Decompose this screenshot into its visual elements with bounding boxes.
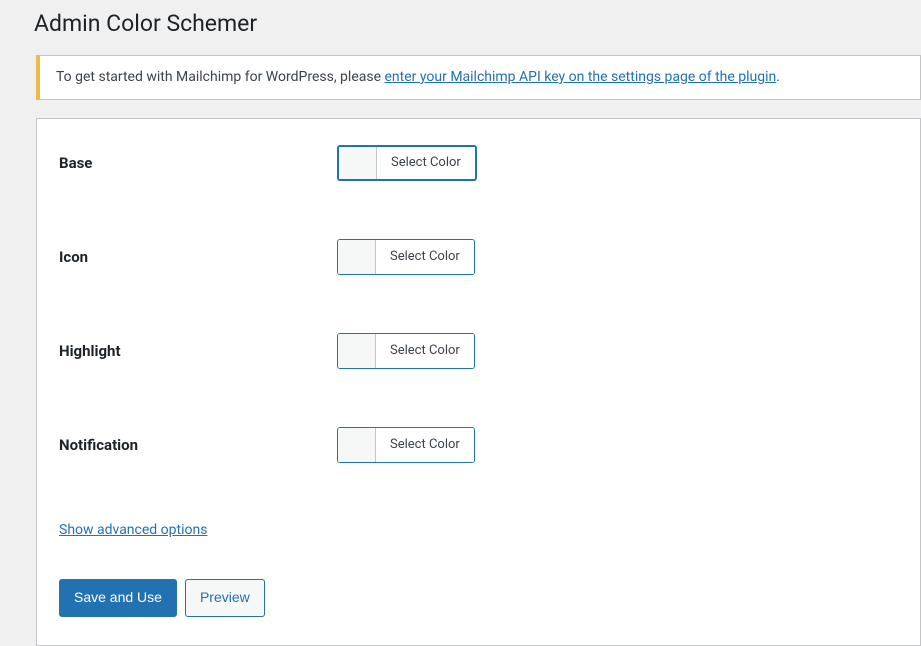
color-swatch-highlight[interactable] — [338, 334, 376, 368]
field-label-base: Base — [59, 153, 337, 174]
page-title: Admin Color Schemer — [2, 0, 921, 43]
color-swatch-notification[interactable] — [338, 428, 376, 462]
color-picker-icon[interactable]: Select Color — [337, 239, 475, 275]
field-row-highlight: Highlight Select Color — [59, 333, 898, 369]
notice-text-after: . — [776, 69, 780, 85]
show-advanced-link[interactable]: Show advanced options — [59, 521, 207, 541]
save-button[interactable]: Save and Use — [59, 579, 177, 617]
color-picker-text-icon: Select Color — [376, 240, 474, 274]
preview-button[interactable]: Preview — [185, 579, 265, 617]
notice-text-before: To get started with Mailchimp for WordPr… — [56, 69, 385, 85]
color-swatch-base[interactable] — [339, 147, 377, 179]
color-picker-text-base: Select Color — [377, 147, 475, 179]
notice-link[interactable]: enter your Mailchimp API key on the sett… — [385, 69, 777, 85]
admin-page-wrap: Admin Color Schemer To get started with … — [0, 0, 921, 646]
field-row-notification: Notification Select Color — [59, 427, 898, 463]
color-picker-text-highlight: Select Color — [376, 334, 474, 368]
button-row: Save and Use Preview — [59, 579, 898, 617]
color-picker-highlight[interactable]: Select Color — [337, 333, 475, 369]
color-picker-base[interactable]: Select Color — [337, 145, 477, 181]
color-picker-notification[interactable]: Select Color — [337, 427, 475, 463]
field-row-icon: Icon Select Color — [59, 239, 898, 275]
field-label-icon: Icon — [59, 247, 337, 268]
color-picker-text-notification: Select Color — [376, 428, 474, 462]
field-row-base: Base Select Color — [59, 145, 898, 181]
field-label-notification: Notification — [59, 435, 337, 456]
settings-panel: Base Select Color Icon Select Color High… — [36, 118, 921, 645]
field-label-highlight: Highlight — [59, 341, 337, 362]
color-swatch-icon[interactable] — [338, 240, 376, 274]
mailchimp-notice: To get started with Mailchimp for WordPr… — [36, 55, 921, 101]
